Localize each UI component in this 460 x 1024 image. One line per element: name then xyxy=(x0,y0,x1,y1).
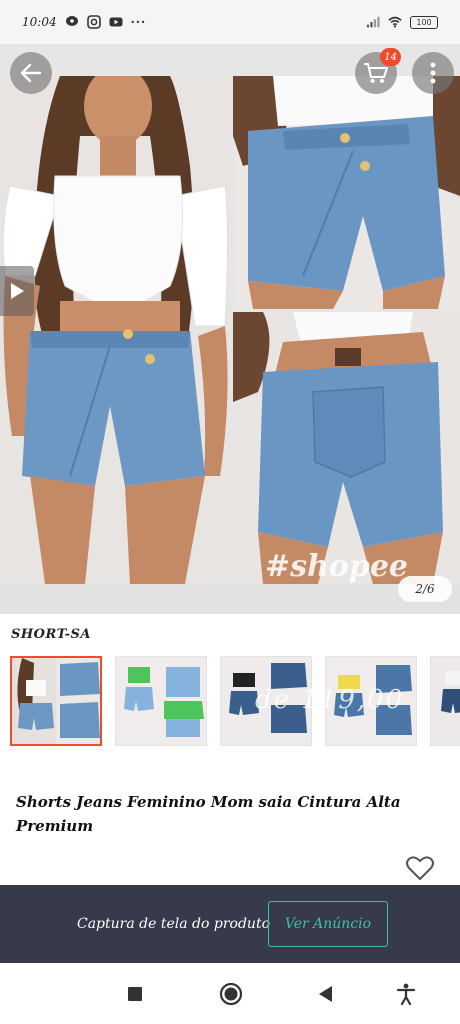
accessibility-icon xyxy=(396,983,416,1005)
status-right: 100 xyxy=(366,15,438,29)
play-icon xyxy=(11,283,24,299)
product-photo-detail xyxy=(233,76,460,309)
variation-thumbnail[interactable] xyxy=(115,656,207,746)
cta-label: Captura de tela do produto xyxy=(77,916,270,932)
detail-illustration xyxy=(233,76,460,309)
chat-notification-icon xyxy=(65,16,78,26)
screen: 10:04 ··· 100 14 #shopee 2/6 SHORT-SA de… xyxy=(0,0,460,1024)
status-time: 10:04 xyxy=(22,15,57,29)
wifi-icon xyxy=(388,16,402,28)
screenshot-cta-bar: Captura de tela do produto Ver Anúncio xyxy=(0,885,460,963)
home-button[interactable] xyxy=(216,979,246,1009)
play-video-button[interactable] xyxy=(0,266,34,316)
thumbnail-image xyxy=(116,657,206,745)
youtube-icon xyxy=(109,17,123,27)
accessibility-button[interactable] xyxy=(391,979,421,1009)
shopee-watermark: #shopee xyxy=(265,549,408,584)
faded-price-overlay: de 119,00 xyxy=(255,685,405,715)
status-left: 10:04 ··· xyxy=(22,15,146,29)
back-arrow-icon xyxy=(20,63,42,83)
battery-level: 100 xyxy=(416,17,432,27)
product-photo-back xyxy=(233,312,460,584)
instagram-icon xyxy=(86,15,101,29)
system-back-button[interactable] xyxy=(310,979,340,1009)
recent-apps-icon xyxy=(128,987,142,1001)
battery-icon: 100 xyxy=(410,15,438,29)
more-notifications-icon: ··· xyxy=(130,15,147,29)
signal-icon xyxy=(366,16,380,28)
thumbnail-image xyxy=(12,658,100,744)
cart-button[interactable]: 14 xyxy=(355,48,401,94)
product-photo-front xyxy=(0,76,230,584)
back-button[interactable] xyxy=(10,52,52,94)
back-illustration xyxy=(233,312,460,584)
more-vertical-icon xyxy=(430,62,436,84)
status-bar: 10:04 ··· 100 xyxy=(0,0,460,44)
variation-thumbnail[interactable] xyxy=(430,656,460,746)
variation-title: SHORT-SA xyxy=(11,627,91,642)
thumbnail-image xyxy=(431,657,460,745)
view-listing-button[interactable]: Ver Anúncio xyxy=(268,901,388,947)
product-title: Shorts Jeans Feminino Mom saia Cintura A… xyxy=(16,793,401,835)
favorite-button[interactable] xyxy=(404,852,436,884)
front-model-illustration xyxy=(0,76,230,584)
back-icon xyxy=(319,986,332,1002)
system-nav-bar xyxy=(0,963,460,1024)
home-icon xyxy=(219,982,243,1006)
heart-icon xyxy=(406,856,434,880)
product-image-gallery[interactable]: 14 #shopee 2/6 xyxy=(0,44,460,614)
gallery-footer xyxy=(0,584,460,614)
cart-count-badge: 14 xyxy=(380,48,401,66)
variation-thumbnail[interactable] xyxy=(10,656,102,746)
image-page-indicator: 2/6 xyxy=(398,576,452,602)
recent-apps-button[interactable] xyxy=(120,979,150,1009)
more-options-button[interactable] xyxy=(412,52,454,94)
